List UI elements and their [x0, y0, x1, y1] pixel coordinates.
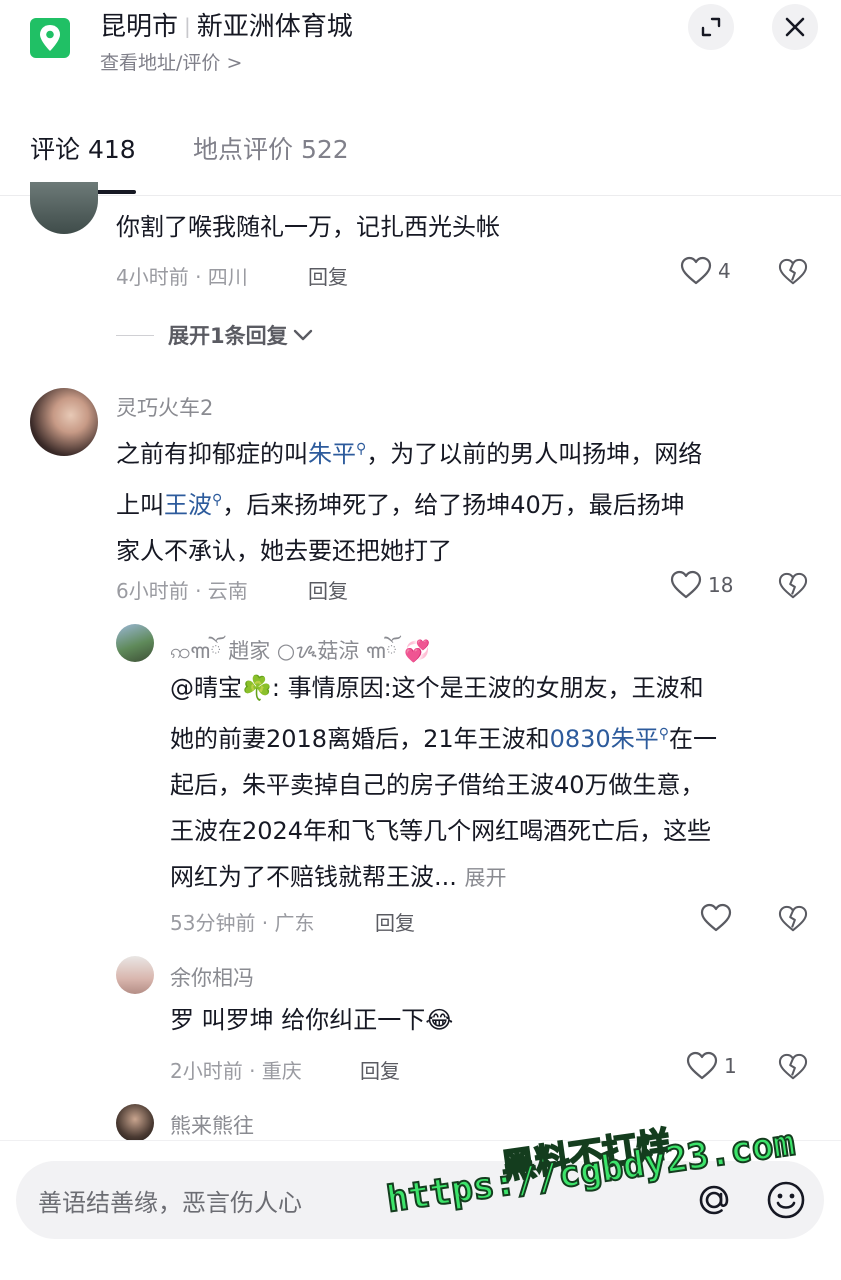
- city-name: 昆明市: [100, 12, 179, 42]
- avatar[interactable]: [116, 956, 154, 994]
- like-count: 4: [718, 259, 731, 283]
- comment-line: 之前有抑郁症的叫朱平⚲，为了以前的男人叫扬坤，网络: [116, 440, 703, 468]
- broken-heart-icon: [778, 572, 808, 599]
- comment-line: 上叫王波⚲，后来扬坤死了，给了扬坤40万，最后扬坤: [116, 491, 685, 519]
- reply-line: @晴宝☘️: 事情原因:这个是王波的女朋友，王波和: [170, 674, 704, 702]
- chevron-down-icon: [293, 329, 312, 341]
- avatar[interactable]: [116, 624, 154, 662]
- reply-button[interactable]: 回复: [360, 1055, 400, 1084]
- reply-text: @晴宝☘️: 事情原因:这个是王波的女朋友，王波和 她的前妻2018离婚后，21…: [170, 665, 815, 901]
- comment-meta: 6小时前 · 云南: [116, 579, 248, 603]
- expand-replies-button[interactable]: 展开1条回复: [116, 320, 314, 350]
- comment-text: 之前有抑郁症的叫朱平⚲，为了以前的男人叫扬坤，网络 上叫王波⚲，后来扬坤死了，给…: [116, 426, 816, 574]
- expand-text-button[interactable]: 展开: [465, 866, 507, 890]
- heart-icon: [670, 570, 702, 599]
- reply-line: 网红为了不赔钱就帮王波... 展开: [170, 863, 507, 891]
- close-button[interactable]: [772, 4, 818, 50]
- heart-icon: [686, 1051, 718, 1080]
- at-icon: [699, 1185, 729, 1215]
- reply-button[interactable]: 回复: [308, 261, 348, 290]
- dislike-button[interactable]: [778, 905, 808, 937]
- dislike-button[interactable]: [778, 1053, 808, 1085]
- dislike-button[interactable]: [778, 572, 808, 604]
- username[interactable]: 余你相冯: [170, 962, 254, 992]
- avatar[interactable]: [30, 388, 98, 456]
- like-count: 18: [708, 573, 734, 597]
- like-count: 1: [724, 1054, 737, 1078]
- reply-button[interactable]: 回复: [308, 575, 348, 604]
- comment-meta: 4小时前 · 四川: [116, 265, 248, 289]
- broken-heart-icon: [778, 1053, 808, 1080]
- view-address-link[interactable]: 查看地址/评价 >: [100, 48, 242, 75]
- broken-heart-icon: [778, 905, 808, 932]
- search-icon: ⚲: [212, 492, 223, 508]
- search-link[interactable]: 朱平⚲: [308, 440, 366, 468]
- reply-line: 起后，朱平卖掉自己的房子借给王波40万做生意，: [170, 771, 705, 799]
- divider: [116, 334, 154, 336]
- title-divider: |: [184, 14, 191, 38]
- like-button[interactable]: 4: [680, 256, 731, 286]
- reply-button[interactable]: 回复: [375, 907, 415, 936]
- search-link[interactable]: 0830朱平⚲: [550, 725, 669, 753]
- expand-replies-label: 展开1条回复: [168, 324, 288, 348]
- avatar[interactable]: [30, 182, 98, 234]
- search-icon: ⚲: [356, 441, 367, 457]
- place-name: 新亚洲体育城: [196, 12, 353, 42]
- place-header: 昆明市 | 新亚洲体育城 查看地址/评价 >: [0, 0, 841, 100]
- dislike-button[interactable]: [778, 258, 808, 290]
- search-icon: ⚲: [658, 726, 669, 742]
- comment-line: 家人不承认，她去要还把她打了: [116, 537, 452, 565]
- avatar[interactable]: [116, 1104, 154, 1142]
- mention-button[interactable]: [692, 1178, 736, 1226]
- tab-place-reviews[interactable]: 地点评价 522: [193, 130, 349, 166]
- input-placeholder: 善语结善缘，恶言伤人心: [38, 1189, 302, 1217]
- like-button[interactable]: 18: [670, 570, 733, 600]
- reply-text: 罗 叫罗坤 给你纠正一下😂: [170, 1006, 454, 1034]
- close-icon: [785, 17, 805, 37]
- minimize-icon: [701, 17, 721, 37]
- like-button[interactable]: [700, 903, 738, 933]
- reply-meta: 2小时前 · 重庆: [170, 1059, 302, 1083]
- emoji-button[interactable]: [764, 1178, 808, 1226]
- tab-bar: 评论 418 地点评价 522: [0, 118, 841, 196]
- username[interactable]: 熊来熊往: [170, 1110, 254, 1140]
- heart-icon: [680, 256, 712, 285]
- search-link[interactable]: 王波⚲: [164, 491, 222, 519]
- like-button[interactable]: 1: [686, 1051, 737, 1081]
- heart-icon: [700, 903, 732, 932]
- tab-comments[interactable]: 评论 418: [30, 130, 136, 166]
- place-title[interactable]: 昆明市 | 新亚洲体育城: [100, 6, 353, 43]
- emoji-smile-icon: [767, 1181, 805, 1219]
- location-pin-icon: [30, 18, 70, 58]
- broken-heart-icon: [778, 258, 808, 285]
- reply-line: 她的前妻2018离婚后，21年王波和0830朱平⚲在一: [170, 725, 717, 753]
- reply-meta: 53分钟前 · 广东: [170, 911, 315, 935]
- reply-line: 王波在2024年和飞飞等几个网红喝酒死亡后，这些: [170, 817, 712, 845]
- username[interactable]: 灵巧火车2: [116, 392, 213, 422]
- minimize-button[interactable]: [688, 4, 734, 50]
- comment-text: 你割了喉我随礼一万，记扎西光头帐: [116, 213, 500, 241]
